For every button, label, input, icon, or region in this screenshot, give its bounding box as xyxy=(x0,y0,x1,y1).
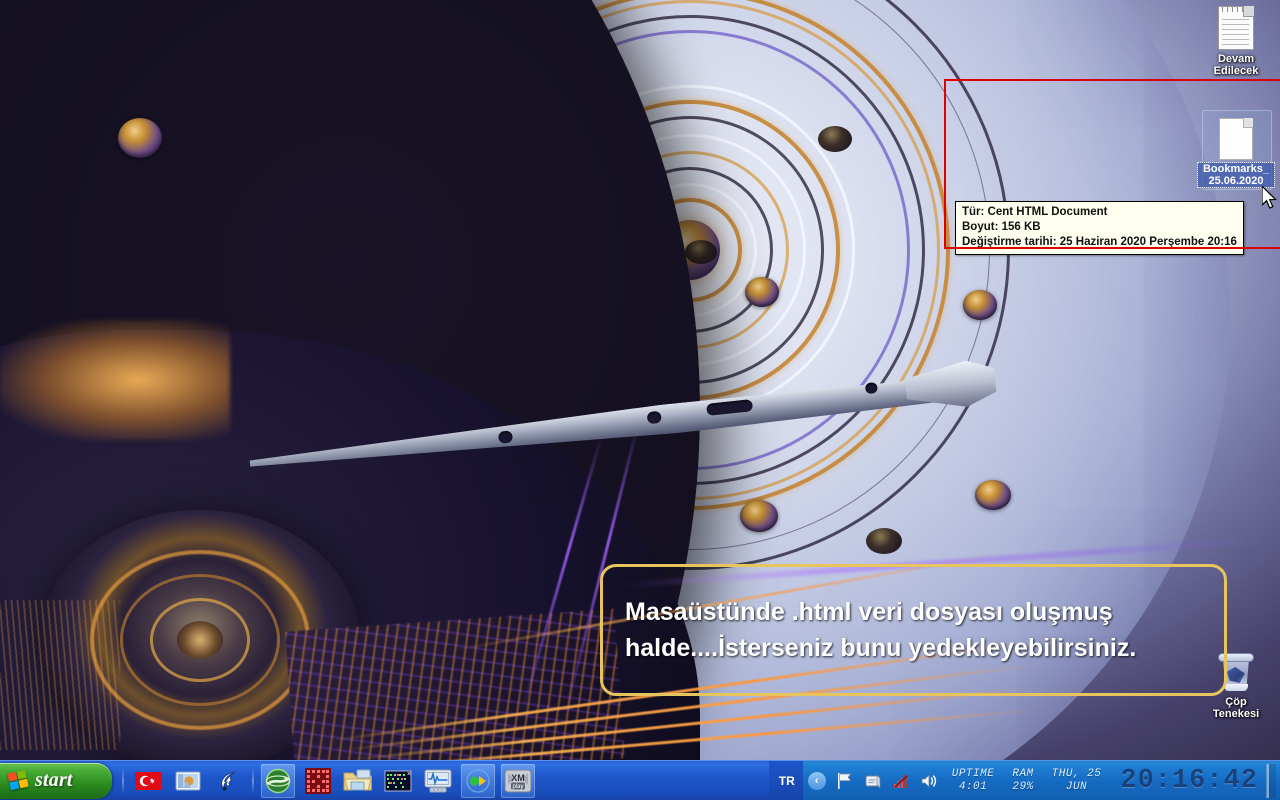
red-grid-icon[interactable] xyxy=(301,764,335,798)
uptime-value: 4:01 xyxy=(958,780,988,793)
quicklaunch-separator xyxy=(122,767,124,794)
callout-line-1: Masaüstünde .html veri dosyası oluşmuş xyxy=(625,598,1113,626)
desktop-icon-label: Bookmarks_ 25.06.2020 xyxy=(1197,162,1275,188)
platter-screw xyxy=(975,480,1011,510)
windows-logo-icon xyxy=(7,770,29,791)
desktop-icon-label: Çöp Tenekesi xyxy=(1212,696,1260,720)
start-button-label: start xyxy=(35,769,73,791)
turkish-flag-icon[interactable] xyxy=(131,764,165,798)
date-value: JUN xyxy=(1065,780,1088,793)
folder-explorer-icon[interactable] xyxy=(341,764,375,798)
desktop-icon-label: Devam Edilecek xyxy=(1213,53,1259,77)
file-tooltip: Tür: Cent HTML Document Boyut: 156 KB De… xyxy=(955,201,1244,255)
voice-coil xyxy=(0,600,120,750)
tray-resize-grip[interactable] xyxy=(1266,763,1276,798)
start-button[interactable]: start xyxy=(0,762,112,799)
tooltip-modified: Değiştirme tarihi: 25 Haziran 2020 Perşe… xyxy=(962,236,1237,248)
notepad-document-icon xyxy=(1198,2,1274,50)
speaker-icon[interactable] xyxy=(919,771,939,791)
tooltip-type: Tür: Cent HTML Document xyxy=(962,206,1108,218)
console-window-icon[interactable]: × xyxy=(381,764,415,798)
platter-hole xyxy=(685,240,717,264)
platter-screw xyxy=(740,500,778,532)
html-document-icon xyxy=(1198,112,1274,160)
desktop-screen: Devam Edilecek Bookmarks_ 25.06.2020 Çöp… xyxy=(0,0,1280,800)
svg-text:XM: XM xyxy=(511,773,525,783)
xmplay-icon[interactable]: XM play xyxy=(501,763,535,798)
platter-screw xyxy=(745,277,779,307)
annotation-callout-box: Masaüstünde .html veri dosyası oluşmuş h… xyxy=(600,564,1227,696)
tasks-separator xyxy=(252,767,254,794)
ram-value: 29% xyxy=(1012,780,1034,793)
media-player-icon[interactable] xyxy=(461,763,495,798)
spindle-core xyxy=(177,621,223,659)
platter-hole xyxy=(866,528,902,554)
date-label: THU, 25 xyxy=(1051,767,1102,780)
uptime-label: UPTIME xyxy=(951,767,995,780)
bird-app-icon[interactable] xyxy=(211,764,245,798)
desktop-icon-devam-edilecek[interactable]: Devam Edilecek xyxy=(1198,2,1274,77)
housing-screw xyxy=(118,118,162,158)
platter-screw xyxy=(963,290,997,320)
tray-stat-ram: RAM 29% xyxy=(1012,768,1033,794)
platter-hole xyxy=(818,126,852,152)
warm-highlight xyxy=(0,320,230,440)
network-icon[interactable] xyxy=(863,771,883,791)
ram-label: RAM xyxy=(1012,767,1034,780)
flag-icon[interactable] xyxy=(835,771,855,791)
desktop-icon-bookmarks[interactable]: Bookmarks_ 25.06.2020 xyxy=(1197,112,1275,188)
tray-stat-date: THU, 25 JUN xyxy=(1052,768,1102,794)
svg-text:×: × xyxy=(407,771,411,778)
photo-viewer-icon[interactable] xyxy=(171,764,205,798)
tray-expand-chevron-icon[interactable]: ‹ xyxy=(807,771,826,790)
tooltip-size: Boyut: 156 KB xyxy=(962,221,1041,233)
taskbar: start × XM play TR ‹ UPTIME 4:01 RAM 29%… xyxy=(0,760,1280,800)
system-tray: TR ‹ UPTIME 4:01 RAM 29% THU, 25 JUN 20:… xyxy=(768,760,1280,800)
volume-muted-icon[interactable] xyxy=(891,771,911,791)
svg-text:play: play xyxy=(512,784,523,790)
callout-line-2: halde....İsterseniz bunu yedekleyebilirs… xyxy=(625,634,1137,662)
tray-stat-uptime: UPTIME 4:01 xyxy=(952,768,995,794)
system-monitor-icon[interactable] xyxy=(421,764,455,798)
language-indicator[interactable]: TR xyxy=(768,760,803,800)
tray-clock[interactable]: 20:16:42 xyxy=(1120,766,1258,796)
globe-browser-icon[interactable] xyxy=(261,763,295,798)
